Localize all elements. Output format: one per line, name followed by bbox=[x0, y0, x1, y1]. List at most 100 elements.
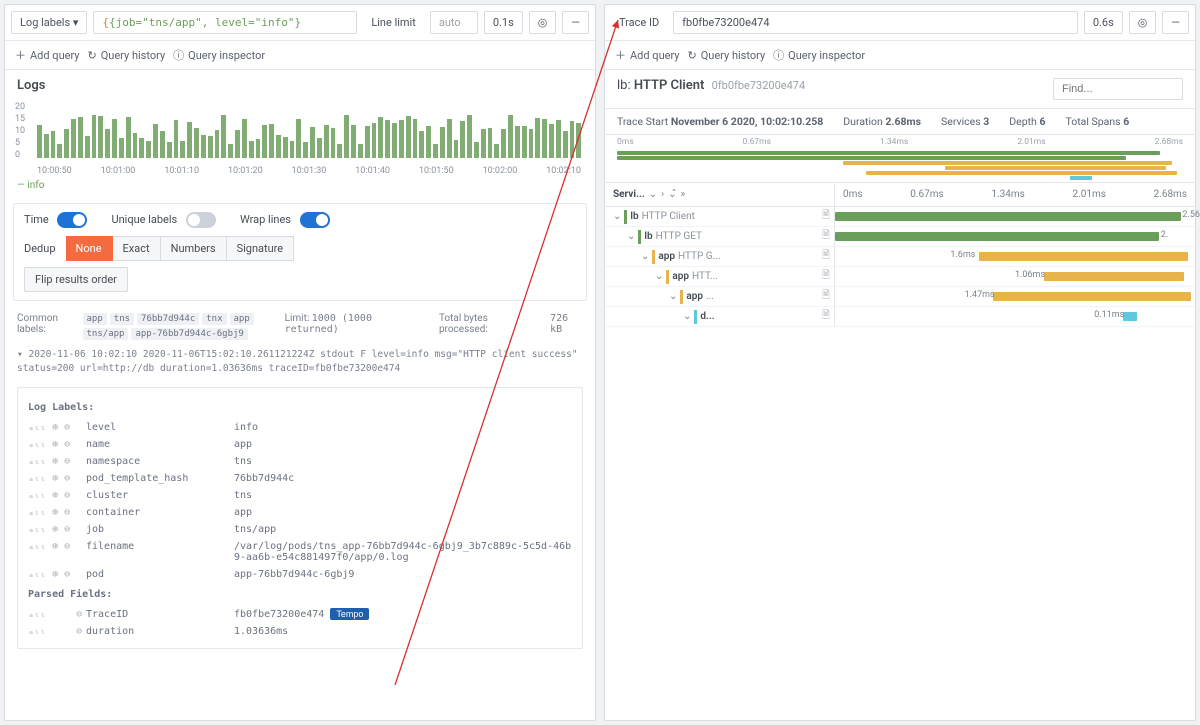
log-bar[interactable] bbox=[51, 131, 56, 158]
log-bar[interactable] bbox=[324, 125, 329, 158]
zoom-icon[interactable]: ⊖ bbox=[76, 626, 82, 637]
query-history-button-right[interactable]: ↻ Query history bbox=[688, 47, 766, 63]
log-line[interactable]: ▾ 2020-11-06 10:02:10 2020-11-06T15:02:1… bbox=[5, 344, 595, 381]
stats-icon[interactable]: ₐₗₗ bbox=[28, 609, 46, 620]
log-bar[interactable] bbox=[433, 144, 438, 158]
chevron-down-icon[interactable]: ⌄ bbox=[669, 291, 677, 302]
log-bar[interactable] bbox=[344, 115, 349, 158]
zoom-out-icon[interactable]: ⊖ bbox=[64, 524, 70, 535]
log-bar[interactable] bbox=[215, 130, 220, 158]
log-bar[interactable] bbox=[358, 144, 363, 158]
doc-icon[interactable]: 🗎 bbox=[822, 288, 830, 305]
query-input[interactable]: {{job="tns/app", level="info"} bbox=[93, 11, 357, 34]
find-input[interactable] bbox=[1053, 78, 1183, 100]
log-bar[interactable] bbox=[92, 115, 97, 158]
log-bar[interactable] bbox=[413, 119, 418, 158]
log-bar[interactable] bbox=[529, 129, 534, 158]
live-icon[interactable]: ◎ bbox=[529, 11, 557, 34]
span-row[interactable]: ⌄ lb HTTP Client 🗎 2.56 bbox=[605, 207, 1195, 227]
collapse-icon[interactable]: — bbox=[562, 11, 589, 34]
span-row[interactable]: ⌄ d... 🗎 0.11ms bbox=[605, 307, 1195, 327]
dedup-exact[interactable]: Exact bbox=[113, 236, 161, 261]
log-bar[interactable] bbox=[71, 119, 76, 158]
log-bar[interactable] bbox=[440, 127, 445, 158]
log-bar[interactable] bbox=[310, 127, 315, 159]
log-bar[interactable] bbox=[303, 142, 308, 158]
log-bar[interactable] bbox=[399, 120, 404, 158]
logs-bar-chart[interactable]: 20151050 10:00:5010:01:0010:01:1010:01:2… bbox=[15, 101, 585, 176]
log-labels-dropdown[interactable]: Log labels ▾ bbox=[11, 11, 87, 34]
dedup-numbers[interactable]: Numbers bbox=[161, 236, 227, 261]
query-inspector-button-right[interactable]: ⓘ Query inspector bbox=[773, 47, 865, 63]
log-bar[interactable] bbox=[337, 144, 342, 158]
log-bar[interactable] bbox=[392, 123, 397, 158]
log-bar[interactable] bbox=[228, 144, 233, 158]
time-toggle[interactable] bbox=[57, 212, 87, 228]
chevron-down-icon[interactable]: ⌄ bbox=[683, 311, 691, 322]
log-bar[interactable] bbox=[351, 125, 356, 158]
unique-labels-toggle[interactable] bbox=[186, 212, 216, 228]
line-limit-input[interactable]: auto bbox=[430, 11, 478, 34]
log-bar[interactable] bbox=[508, 115, 513, 158]
zoom-out-icon[interactable]: ⊖ bbox=[64, 569, 70, 580]
chevron-down-icon[interactable]: ⌄ bbox=[641, 251, 649, 262]
log-bar[interactable] bbox=[160, 131, 165, 158]
log-bar[interactable] bbox=[501, 129, 506, 158]
log-bar[interactable] bbox=[180, 141, 185, 158]
chevron-down-icon[interactable]: ⌄ bbox=[655, 271, 663, 282]
log-bar[interactable] bbox=[460, 121, 465, 158]
stats-icon[interactable]: ₐₗₗ bbox=[28, 456, 46, 467]
stats-icon[interactable]: ₐₗₗ bbox=[28, 490, 46, 501]
log-bar[interactable] bbox=[542, 119, 547, 158]
stats-icon[interactable]: ₐₗₗ bbox=[28, 524, 46, 535]
zoom-out-icon[interactable]: ⊖ bbox=[64, 439, 70, 450]
chevron-down-icon[interactable]: ⌄ bbox=[627, 231, 635, 242]
log-bar[interactable] bbox=[98, 116, 103, 158]
log-bar[interactable] bbox=[57, 144, 62, 158]
log-bar[interactable] bbox=[139, 138, 144, 158]
dedup-signature[interactable]: Signature bbox=[227, 236, 295, 261]
log-bar[interactable] bbox=[296, 119, 301, 158]
log-bar[interactable] bbox=[153, 124, 158, 158]
log-bar[interactable] bbox=[549, 124, 554, 158]
log-bar[interactable] bbox=[331, 128, 336, 158]
log-bar[interactable] bbox=[112, 119, 117, 158]
log-bar[interactable] bbox=[570, 121, 575, 158]
zoom-in-icon[interactable]: ⊕ bbox=[52, 524, 58, 535]
span-row[interactable]: ⌄ lb HTTP GET 🗎 2. bbox=[605, 227, 1195, 247]
log-bar[interactable] bbox=[365, 126, 370, 158]
zoom-out-icon[interactable]: ⊖ bbox=[64, 456, 70, 467]
doc-icon[interactable]: 🗎 bbox=[822, 308, 830, 325]
log-bar[interactable] bbox=[576, 123, 581, 159]
stats-icon[interactable]: ₐₗₗ bbox=[28, 439, 46, 450]
zoom-in-icon[interactable]: ⊕ bbox=[52, 439, 58, 450]
log-bar[interactable] bbox=[119, 138, 124, 158]
doc-icon[interactable]: 🗎 bbox=[822, 228, 830, 245]
log-bar[interactable] bbox=[269, 124, 274, 158]
log-bar[interactable] bbox=[37, 125, 42, 158]
stats-icon[interactable]: ₐₗₗ bbox=[28, 507, 46, 518]
zoom-out-icon[interactable]: ⊖ bbox=[64, 422, 70, 433]
log-bar[interactable] bbox=[146, 141, 151, 158]
zoom-icon[interactable]: ⊖ bbox=[76, 609, 82, 620]
wrap-lines-toggle[interactable] bbox=[300, 212, 330, 228]
zoom-out-icon[interactable]: ⊖ bbox=[64, 541, 70, 552]
chevron-down-icon[interactable]: ⌄ bbox=[613, 211, 621, 222]
stats-icon[interactable]: ₐₗₗ bbox=[28, 473, 46, 484]
trace-id-input[interactable]: fb0fbe73200e474 bbox=[673, 11, 1078, 34]
trace-minimap[interactable]: 0ms0.67ms1.34ms2.01ms2.68ms bbox=[605, 135, 1195, 183]
zoom-in-icon[interactable]: ⊕ bbox=[52, 541, 58, 552]
log-bar[interactable] bbox=[85, 136, 90, 158]
span-row[interactable]: ⌄ app HTT... 🗎 1.06ms bbox=[605, 267, 1195, 287]
log-bar[interactable] bbox=[372, 123, 377, 158]
log-bar[interactable] bbox=[105, 129, 110, 158]
log-bar[interactable] bbox=[385, 120, 390, 158]
log-bar[interactable] bbox=[454, 140, 459, 158]
log-bar[interactable] bbox=[481, 129, 486, 158]
tempo-link[interactable]: Tempo bbox=[330, 608, 369, 620]
zoom-in-icon[interactable]: ⊕ bbox=[52, 456, 58, 467]
log-bar[interactable] bbox=[126, 117, 131, 159]
log-bar[interactable] bbox=[174, 120, 179, 158]
log-bar[interactable] bbox=[290, 141, 295, 158]
span-row[interactable]: ⌄ app ... 🗎 1.47ms bbox=[605, 287, 1195, 307]
